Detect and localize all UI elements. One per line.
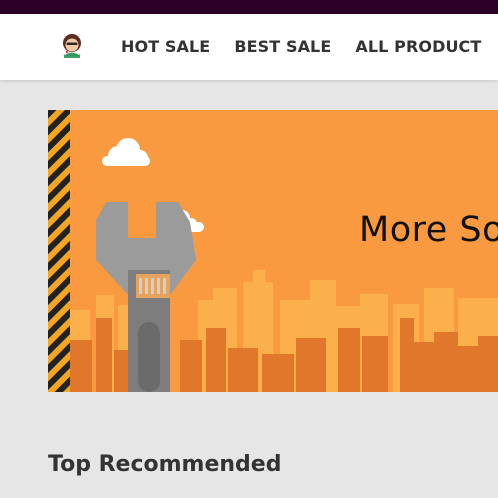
hazard-stripe	[48, 110, 70, 392]
nav-hot-sale[interactable]: HOT SALE	[121, 37, 210, 57]
hero-banner[interactable]: More So	[48, 110, 498, 392]
site-logo[interactable]	[58, 31, 86, 65]
banner-illustration	[48, 110, 498, 392]
navigation-bar: eskinbuzz HOT SALE BEST SALE ALL PRODUCT	[0, 14, 498, 80]
top-accent-bar	[0, 0, 498, 14]
cloud-icon	[102, 138, 150, 166]
banner-headline: More So	[359, 210, 498, 250]
nav-best-sale[interactable]: BEST SALE	[234, 37, 331, 57]
nav-all-product[interactable]: ALL PRODUCT	[355, 37, 481, 57]
section-title-top-recommended: Top Recommended	[48, 452, 282, 477]
main-menu: HOT SALE BEST SALE ALL PRODUCT	[121, 37, 481, 57]
logo-label: eskinbuzz	[63, 53, 81, 57]
avatar-logo-icon	[63, 34, 81, 58]
